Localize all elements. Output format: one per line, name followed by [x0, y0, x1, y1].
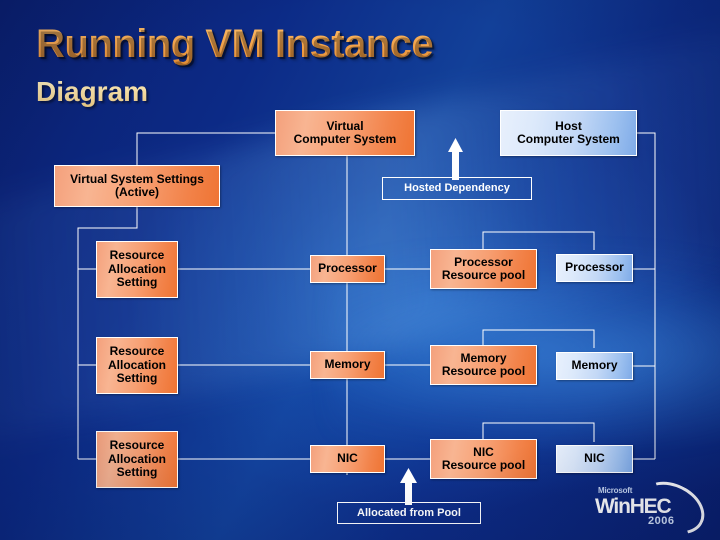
page-subtitle: Diagram [36, 76, 149, 107]
box-host-memory-label: Memory [571, 358, 618, 373]
box-virtual-memory[interactable]: Memory [310, 351, 385, 379]
logo-year: 2006 [648, 515, 675, 527]
box-virtual-processor-label: Processor [318, 261, 377, 276]
box-allocated-from-pool-label: Allocated from Pool [357, 506, 461, 519]
wire-hcs-right-trunk [637, 132, 656, 459]
box-nic-resource-pool[interactable]: NIC Resource pool [430, 439, 537, 479]
box-virtual-computer-system-label: Virtual Computer System [293, 118, 397, 146]
box-virtual-system-settings[interactable]: Virtual System Settings (Active) [54, 165, 220, 207]
box-allocated-from-pool[interactable]: Allocated from Pool [337, 502, 481, 524]
box-hosted-dependency-label: Hosted Dependency [404, 182, 510, 195]
box-memory-resource-pool-label: Memory Resource pool [441, 350, 526, 378]
box-setting-memory-label: Resource Allocation Setting [107, 344, 166, 386]
box-setting-processor-label: Resource Allocation Setting [107, 248, 166, 290]
wire-pool-to-host-1 [482, 231, 595, 250]
box-hosted-dependency[interactable]: Hosted Dependency [382, 177, 532, 200]
winhec-logo: Microsoft WinHEC 2006 [592, 471, 714, 540]
allocated-from-pool-arrow [400, 468, 417, 505]
logo-vendor: Microsoft [598, 486, 633, 495]
box-host-processor-label: Processor [565, 260, 624, 275]
box-setting-nic[interactable]: Resource Allocation Setting [96, 431, 178, 488]
box-virtual-system-settings-label: Virtual System Settings (Active) [70, 171, 204, 199]
box-virtual-memory-label: Memory [324, 357, 371, 372]
hosted-dependency-arrow [448, 138, 463, 180]
box-processor-resource-pool[interactable]: Processor Resource pool [430, 249, 537, 289]
box-setting-memory[interactable]: Resource Allocation Setting [96, 337, 178, 394]
box-virtual-nic-label: NIC [337, 451, 358, 466]
box-virtual-computer-system[interactable]: Virtual Computer System [275, 110, 415, 156]
box-setting-nic-label: Resource Allocation Setting [107, 438, 166, 480]
box-processor-resource-pool-label: Processor Resource pool [441, 254, 526, 282]
box-host-processor[interactable]: Processor [556, 254, 633, 282]
box-virtual-processor[interactable]: Processor [310, 255, 385, 283]
box-nic-resource-pool-label: NIC Resource pool [441, 444, 526, 472]
box-setting-processor[interactable]: Resource Allocation Setting [96, 241, 178, 298]
box-host-nic[interactable]: NIC [556, 445, 633, 473]
box-host-computer-system-label: Host Computer System [517, 118, 620, 146]
box-host-computer-system[interactable]: Host Computer System [500, 110, 637, 156]
box-host-memory[interactable]: Memory [556, 352, 633, 380]
wire-vcs-to-settings [136, 132, 275, 165]
slide-canvas: Running VM Instance Diagram Virtual Comp… [0, 0, 720, 540]
box-virtual-nic[interactable]: NIC [310, 445, 385, 473]
box-memory-resource-pool[interactable]: Memory Resource pool [430, 345, 537, 385]
page-title: Running VM Instance [36, 22, 434, 66]
box-host-nic-label: NIC [584, 451, 605, 466]
